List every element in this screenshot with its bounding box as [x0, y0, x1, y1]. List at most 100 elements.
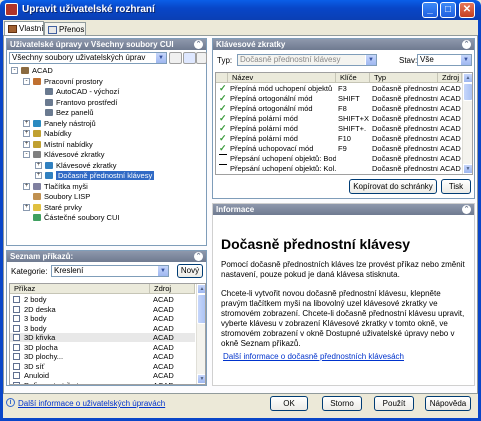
shortcuts-table[interactable]: Název Klíče Typ Zdroj ✓ Přepíná mód uchop… [215, 72, 473, 175]
command-source: ACAD [153, 371, 174, 380]
save-button[interactable] [183, 52, 196, 64]
expand-icon[interactable]: + [23, 140, 30, 148]
table-row[interactable]: ✓ Přepíná ortogonální mód SHIFT Dočasně pře… [216, 94, 462, 103]
tree-item[interactable]: Částečné soubory CUI [9, 213, 204, 222]
maximize-button[interactable]: □ [440, 2, 456, 18]
table-row[interactable]: ✓ Přepíná polární mód F10 Dočasně přednostn… [216, 134, 462, 143]
list-item[interactable]: 3D plochy... ACAD [10, 352, 195, 361]
command-list-scrollbar[interactable]: ▲ ▼ [196, 284, 205, 384]
collapse-icon[interactable]: ⌃ [194, 40, 203, 49]
checkmark-icon: ✓ [219, 94, 227, 103]
type-dropdown[interactable]: Dočasně přednostní klávesy ▼ [237, 54, 377, 66]
state-label: Stav: [399, 56, 418, 65]
minimize-button[interactable]: _ [422, 2, 438, 18]
collapse-icon[interactable]: - [11, 67, 18, 74]
table-row[interactable]: ✓ Přepíná uchopovací mód F9 Dočasně přednos… [216, 144, 462, 153]
list-item[interactable]: 3D síť ACAD [10, 362, 195, 371]
column-header-keys[interactable]: Klíče [336, 73, 370, 83]
column-header-status[interactable] [216, 73, 228, 83]
tree-item[interactable]: - Klávesové zkratky [9, 150, 204, 159]
tree-item[interactable]: + Panely nástrojů [9, 119, 204, 128]
list-item[interactable]: 2D deska ACAD [10, 305, 195, 314]
list-item[interactable]: Definovat atributy... ACAD [10, 381, 195, 384]
info-panel-header[interactable]: Informace ⌃ [213, 204, 474, 215]
customizations-tree[interactable]: - ACAD - Pracovní prostory AutoCAD - výchozí… [9, 66, 206, 244]
tree-item[interactable]: + Dočasně přednostní klávesy [9, 171, 204, 180]
collapse-icon[interactable]: ⌃ [462, 205, 471, 214]
expand-icon[interactable]: + [23, 119, 30, 127]
open-file-button[interactable] [169, 52, 182, 64]
state-dropdown[interactable]: Vše ▼ [417, 54, 472, 66]
scroll-thumb[interactable] [463, 83, 472, 101]
column-header-type[interactable]: Typ [370, 73, 438, 83]
table-row[interactable]: ✓ Přepíná polární mód SHIFT+. Dočasně předn… [216, 124, 462, 133]
table-row[interactable]: ✓ Přepíná polární mód SHIFT+X Dočasně předn… [216, 114, 462, 123]
scroll-up-arrow[interactable]: ▲ [197, 284, 205, 294]
collapse-icon[interactable]: ⌃ [194, 252, 203, 261]
tab-vlastni[interactable]: Vlastní [4, 21, 44, 36]
tree-item[interactable]: + Místní nabídky [9, 140, 204, 149]
scroll-thumb[interactable] [197, 294, 205, 324]
tree-item[interactable]: + Staré prvky [9, 203, 204, 212]
scroll-down-arrow[interactable]: ▼ [463, 164, 472, 174]
table-row[interactable]: Přepsání uchopení objektů: Bod Dočasně př… [216, 154, 462, 163]
scroll-up-arrow[interactable]: ▲ [463, 73, 472, 83]
tree-item[interactable]: - Pracovní prostory [9, 77, 204, 86]
tree-item-label: Soubory LISP [44, 192, 91, 201]
list-item[interactable]: 3 body ACAD [10, 314, 195, 323]
list-item[interactable]: Anuloid ACAD [10, 371, 195, 380]
scroll-down-arrow[interactable]: ▼ [197, 374, 205, 384]
info-link[interactable]: Další informace o dočasně přednostních k… [223, 352, 404, 361]
close-button[interactable]: ✕ [459, 2, 475, 18]
apply-button[interactable]: Použít [374, 396, 414, 411]
cell-name: Přepsání uchopení objektů: Kol... [230, 164, 336, 173]
list-item[interactable]: 3D plocha ACAD [10, 343, 195, 352]
cancel-button[interactable]: Storno [322, 396, 362, 411]
column-header-name[interactable]: Název [228, 73, 336, 83]
table-row[interactable]: ✓ Přepíná ortogonální mód F8 Dočasně předno… [216, 104, 462, 113]
shortcuts-panel-header[interactable]: Klávesové zkratky ⌃ [213, 39, 474, 50]
copy-to-clipboard-button[interactable]: Kopírovat do schránky [349, 179, 437, 194]
cui-file-dropdown[interactable]: Všechny soubory uživatelských úprav ▼ [9, 52, 167, 64]
tree-item[interactable]: Bez panelů [9, 108, 204, 117]
tree-item[interactable]: + Tlačítka myši [9, 182, 204, 191]
table-row[interactable]: ✓ Přepíná mód uchopení objektů F3 Dočasně p… [216, 84, 462, 93]
column-header-command[interactable]: Příkaz [10, 284, 150, 294]
collapse-icon[interactable]: - [23, 151, 30, 158]
command-list-panel-header[interactable]: Seznam příkazů: ⌃ [7, 251, 206, 262]
expand-icon[interactable]: + [35, 172, 42, 179]
column-header-source[interactable]: Zdroj [150, 284, 195, 294]
list-item[interactable]: 3 body ACAD [10, 324, 195, 333]
column-header-source[interactable]: Zdroj [438, 73, 462, 83]
tree-item[interactable]: AutoCAD - výchozí [9, 87, 204, 96]
tree-item[interactable]: - ACAD [9, 66, 204, 75]
tree-options-button[interactable] [196, 52, 207, 64]
tree-item[interactable]: + Nabídky [9, 129, 204, 138]
command-icon [13, 372, 20, 379]
tree-item[interactable]: + Klávesové zkratky [9, 161, 204, 170]
new-command-button[interactable]: Nový [177, 264, 203, 278]
table-row[interactable]: Přepsání uchopení objektů: Kol... Dočasně… [216, 164, 462, 173]
collapse-icon[interactable]: - [23, 77, 30, 85]
expand-icon[interactable]: + [35, 161, 42, 169]
command-list[interactable]: Příkaz Zdroj 2 body ACAD 2D deska ACAD 3 bod… [9, 283, 206, 385]
help-button[interactable]: Nápověda [425, 396, 471, 411]
tree-item[interactable]: Frantovo prostředí [9, 98, 204, 107]
expand-icon[interactable]: + [23, 203, 30, 211]
print-button[interactable]: Tisk [441, 179, 471, 194]
tree-node-icon [33, 140, 41, 148]
collapse-icon[interactable]: ⌃ [462, 40, 471, 49]
command-icon [13, 296, 20, 303]
ok-button[interactable]: OK [270, 396, 308, 411]
expand-icon[interactable]: + [23, 130, 30, 137]
help-link[interactable]: Další informace o uživatelských úpravách [18, 399, 165, 408]
title-bar[interactable]: Upravit uživatelské rozhraní _ □ ✕ [0, 0, 481, 20]
list-item[interactable]: 3D křivka ACAD [10, 333, 195, 342]
tab-prenos[interactable]: Přenos [44, 22, 86, 36]
customizations-panel-header[interactable]: Uživatelské úpravy v Všechny soubory CUI… [7, 39, 206, 50]
expand-icon[interactable]: + [23, 182, 30, 190]
category-dropdown[interactable]: Kreslení ▼ [51, 265, 169, 277]
tree-item[interactable]: Soubory LISP [9, 192, 204, 201]
shortcuts-scrollbar[interactable]: ▲ ▼ [462, 73, 472, 174]
list-item[interactable]: 2 body ACAD [10, 295, 195, 304]
